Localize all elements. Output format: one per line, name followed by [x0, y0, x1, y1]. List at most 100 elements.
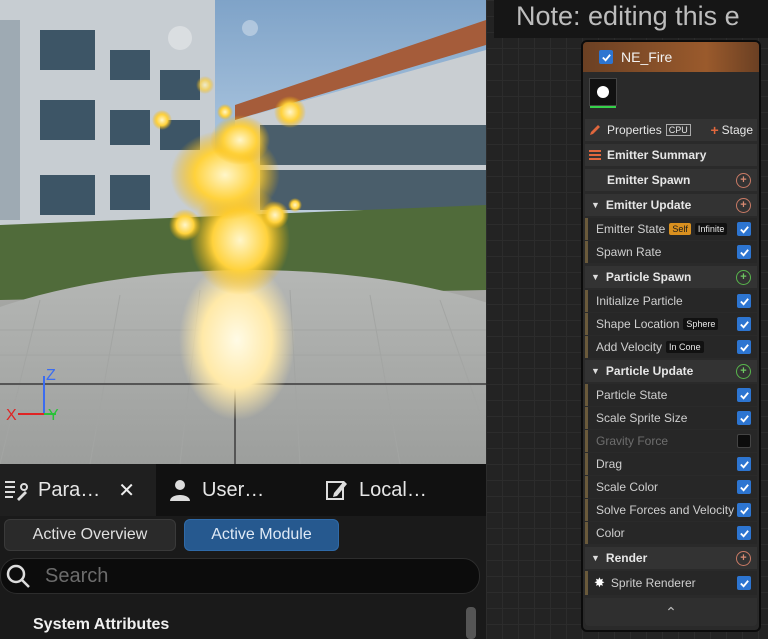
collapse-triangle-icon[interactable]: ▼: [591, 553, 600, 563]
add-module-icon[interactable]: +: [736, 269, 751, 285]
collapse-triangle-icon[interactable]: ▼: [591, 272, 600, 282]
tab-user-parameters[interactable]: User…: [168, 464, 298, 516]
add-module-icon[interactable]: +: [736, 363, 751, 379]
module-initialize-particle[interactable]: Initialize Particle: [585, 290, 757, 312]
viewport[interactable]: Z X Y: [0, 0, 486, 464]
collapse-node-button[interactable]: ⌃: [585, 598, 757, 626]
emitter-thumbnail: [589, 78, 617, 108]
tab-local[interactable]: Local…: [325, 464, 465, 516]
emitter-summary-row[interactable]: Emitter Summary: [585, 144, 757, 166]
add-renderer-icon[interactable]: +: [736, 550, 751, 566]
collapse-triangle-icon[interactable]: ▼: [591, 200, 600, 210]
node-title: NE_Fire: [621, 49, 673, 65]
close-tab-icon[interactable]: ✕: [118, 478, 135, 503]
bottom-panel: Para… ✕ User… Local… Active Overview Act…: [0, 464, 486, 639]
active-overview-button[interactable]: Active Overview: [4, 519, 176, 551]
tab-parameters[interactable]: Para… ✕: [0, 464, 156, 516]
module-particle-state[interactable]: Particle State: [585, 384, 757, 406]
local-edit-icon: [326, 481, 347, 500]
tab-label: Local…: [359, 478, 427, 501]
module-label: Gravity Force: [596, 434, 669, 448]
cpu-badge: CPU: [665, 124, 691, 136]
module-label: Add Velocity: [596, 340, 663, 354]
pencil-icon: [590, 125, 600, 135]
module-enabled-checkbox[interactable]: [737, 503, 751, 517]
emitter-update-label: Emitter Update: [605, 198, 692, 212]
tab-bar: Para… ✕ User… Local…: [0, 464, 486, 516]
chevron-up-icon: ⌃: [665, 603, 677, 620]
emitter-update-group[interactable]: ▼ Emitter Update +: [585, 194, 757, 216]
module-color[interactable]: Color: [585, 522, 757, 544]
properties-label: Properties: [607, 123, 662, 137]
module-label: Initialize Particle: [596, 294, 683, 308]
axis-label-y: Y: [48, 407, 59, 424]
emitter-node[interactable]: NE_Fire Properties CPU + Stage Emitter S…: [581, 40, 761, 632]
search-field[interactable]: [0, 558, 480, 594]
add-module-icon[interactable]: +: [736, 197, 751, 213]
module-label: Scale Sprite Size: [596, 411, 688, 425]
module-enabled-checkbox[interactable]: [737, 411, 751, 425]
renderer-enabled-checkbox[interactable]: [737, 576, 751, 590]
system-attributes-heading: System Attributes: [33, 616, 170, 633]
render-group[interactable]: ▼ Render +: [585, 547, 757, 569]
list-icon: [589, 150, 601, 160]
module-spawn-rate[interactable]: Spawn Rate: [585, 241, 757, 263]
module-label: Spawn Rate: [596, 245, 662, 259]
renderer-sprite[interactable]: ✸ Sprite Renderer: [585, 571, 757, 595]
module-emitter-state[interactable]: Emitter State Self Infinite: [585, 218, 757, 240]
emitter-spawn-label: Emitter Spawn: [607, 173, 691, 187]
self-tag: Self: [669, 223, 691, 235]
module-enabled-checkbox[interactable]: [737, 294, 751, 308]
particle-update-group[interactable]: ▼ Particle Update +: [585, 360, 757, 382]
module-drag[interactable]: Drag: [585, 453, 757, 475]
emitter-enabled-checkbox[interactable]: [599, 50, 613, 64]
module-label: Emitter State: [596, 222, 666, 236]
module-enabled-checkbox[interactable]: [737, 526, 751, 540]
sprite-renderer-icon: ✸: [594, 575, 605, 590]
module-label: Scale Color: [596, 480, 659, 494]
renderer-label: Sprite Renderer: [610, 576, 696, 590]
collapse-triangle-icon[interactable]: ▼: [591, 366, 600, 376]
search-icon: [6, 564, 30, 588]
scrollbar-thumb[interactable]: [466, 607, 476, 639]
module-enabled-checkbox[interactable]: [737, 317, 751, 331]
module-solve-forces[interactable]: Solve Forces and Velocity: [585, 499, 757, 521]
axis-gizmo: Z X Y: [6, 367, 59, 424]
module-scale-color[interactable]: Scale Color: [585, 476, 757, 498]
render-label: Render: [605, 551, 648, 565]
add-stage-icon[interactable]: +: [710, 122, 718, 138]
axis-label-z: Z: [46, 367, 56, 384]
module-enabled-checkbox[interactable]: [737, 388, 751, 402]
module-enabled-checkbox[interactable]: [737, 480, 751, 494]
properties-row[interactable]: Properties CPU + Stage: [585, 119, 757, 141]
add-module-icon[interactable]: +: [736, 172, 751, 188]
search-input[interactable]: [43, 563, 447, 589]
module-label: Particle State: [596, 388, 668, 402]
module-scale-sprite-size[interactable]: Scale Sprite Size: [585, 407, 757, 429]
node-header[interactable]: NE_Fire: [583, 42, 759, 72]
module-add-velocity[interactable]: Add Velocity In Cone: [585, 336, 757, 358]
user-icon: [170, 480, 190, 501]
module-gravity-force[interactable]: Gravity Force: [585, 430, 757, 452]
axis-label-x: X: [6, 407, 17, 424]
module-disabled-checkbox[interactable]: [737, 434, 751, 448]
parameters-icon: [5, 481, 28, 501]
in-cone-tag: In Cone: [666, 341, 704, 353]
module-label: Drag: [596, 457, 623, 471]
module-shape-location[interactable]: Shape Location Sphere: [585, 313, 757, 335]
tab-label: Para…: [38, 478, 101, 501]
graph-note: Note: editing this e: [494, 0, 768, 38]
module-enabled-checkbox[interactable]: [737, 222, 751, 236]
active-module-button[interactable]: Active Module: [184, 519, 339, 551]
module-label: Color: [596, 526, 625, 540]
stage-button[interactable]: Stage: [722, 123, 753, 137]
module-enabled-checkbox[interactable]: [737, 457, 751, 471]
module-label: Shape Location: [596, 317, 680, 331]
module-enabled-checkbox[interactable]: [737, 340, 751, 354]
particle-update-label: Particle Update: [605, 364, 694, 378]
tab-label: User…: [202, 478, 265, 501]
particle-spawn-group[interactable]: ▼ Particle Spawn +: [585, 266, 757, 288]
emitter-spawn-group[interactable]: Emitter Spawn +: [585, 169, 757, 191]
module-enabled-checkbox[interactable]: [737, 245, 751, 259]
module-label: Solve Forces and Velocity: [596, 503, 735, 517]
